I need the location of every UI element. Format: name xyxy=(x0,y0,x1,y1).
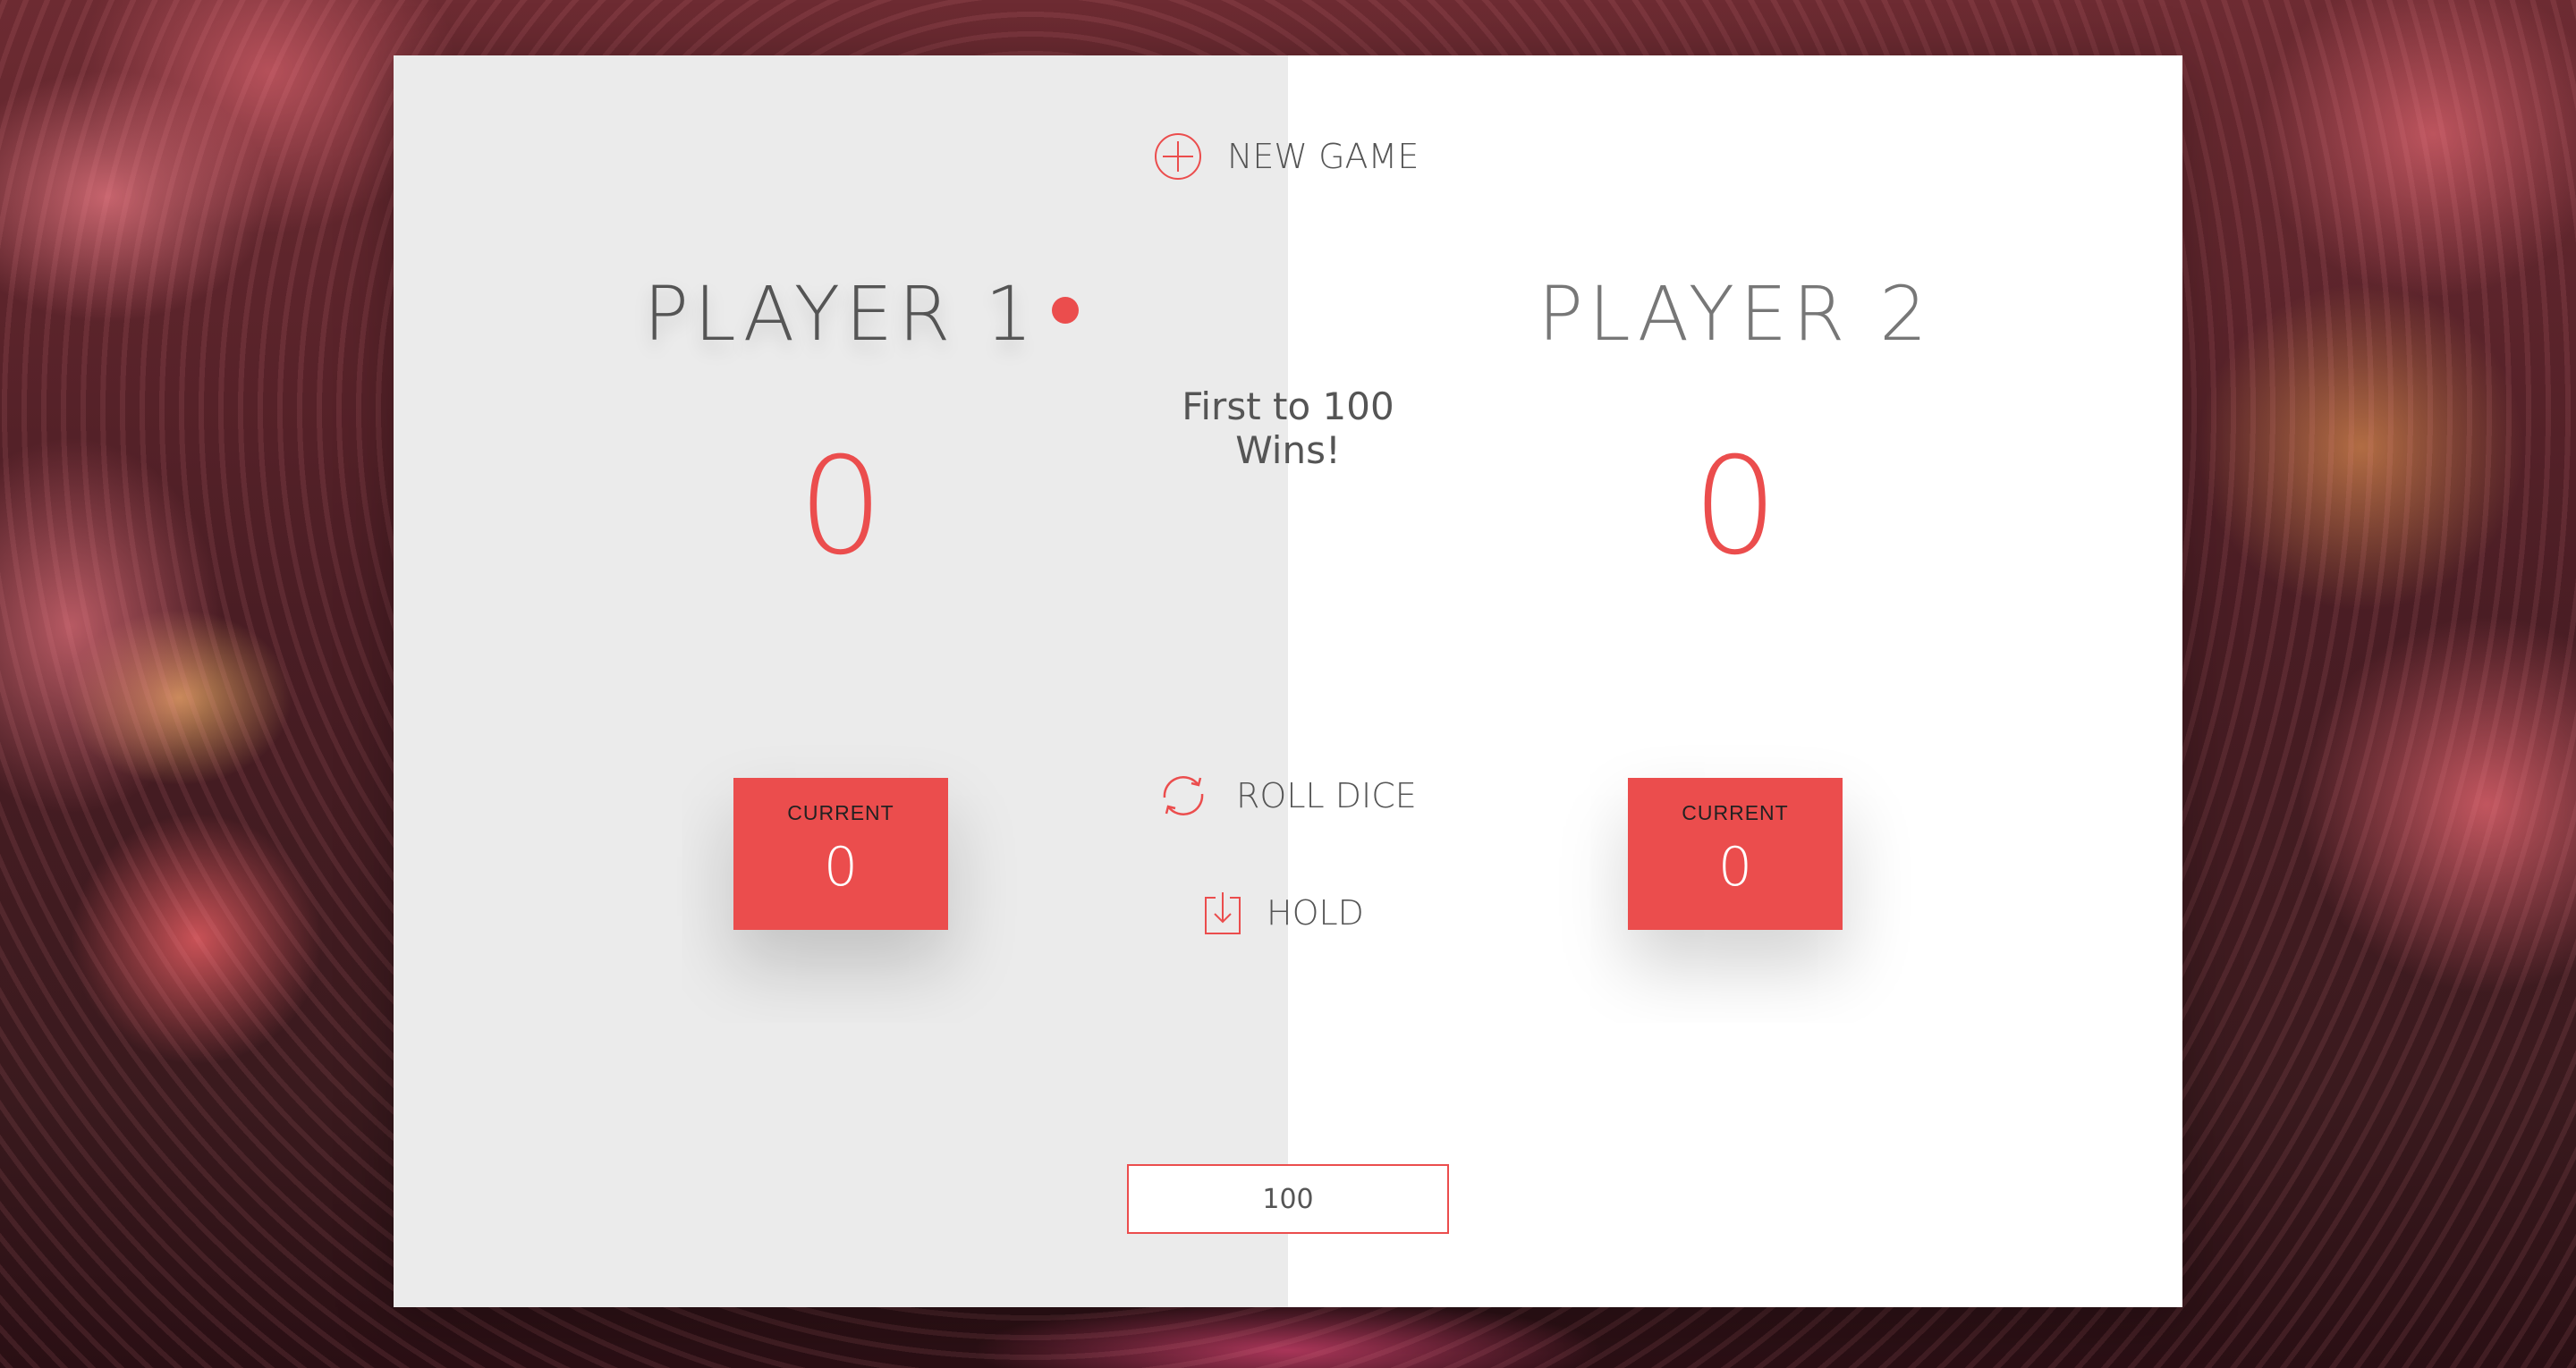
player-2-current-label: CURRENT xyxy=(1682,801,1789,824)
download-icon xyxy=(1205,892,1241,934)
player-1-panel: PLAYER 1 0 CURRENT 0 xyxy=(394,55,1288,1307)
active-player-dot-icon xyxy=(1052,297,1079,324)
roll-dice-button[interactable]: ROLL DICE xyxy=(1156,771,1417,821)
player-2-name: PLAYER 2 xyxy=(1538,270,1933,358)
game-panel: PLAYER 1 0 CURRENT 0 PLAYER 2 0 CURRENT … xyxy=(394,55,2182,1307)
player-2-panel: PLAYER 2 0 CURRENT 0 xyxy=(1288,55,2182,1307)
player-1-name: PLAYER 1 xyxy=(643,270,1038,358)
player-1-current-label: CURRENT xyxy=(787,801,894,824)
player-2-current-score: 0 xyxy=(1717,836,1753,899)
target-score-text: First to 100 Wins! xyxy=(1182,384,1394,472)
refresh-icon xyxy=(1163,776,1204,815)
target-score-input[interactable] xyxy=(1127,1164,1449,1234)
plus-circle-icon xyxy=(1155,133,1201,180)
new-game-button[interactable]: NEW GAME xyxy=(1154,132,1419,181)
roll-dice-label: ROLL DICE xyxy=(1236,776,1417,815)
new-game-label: NEW GAME xyxy=(1227,137,1419,176)
player-2-current-box: CURRENT 0 xyxy=(1628,778,1843,930)
hold-button[interactable]: HOLD xyxy=(1204,891,1364,935)
player-1-current-box: CURRENT 0 xyxy=(733,778,948,930)
player-1-current-score: 0 xyxy=(823,836,859,899)
hold-label: HOLD xyxy=(1267,893,1364,933)
